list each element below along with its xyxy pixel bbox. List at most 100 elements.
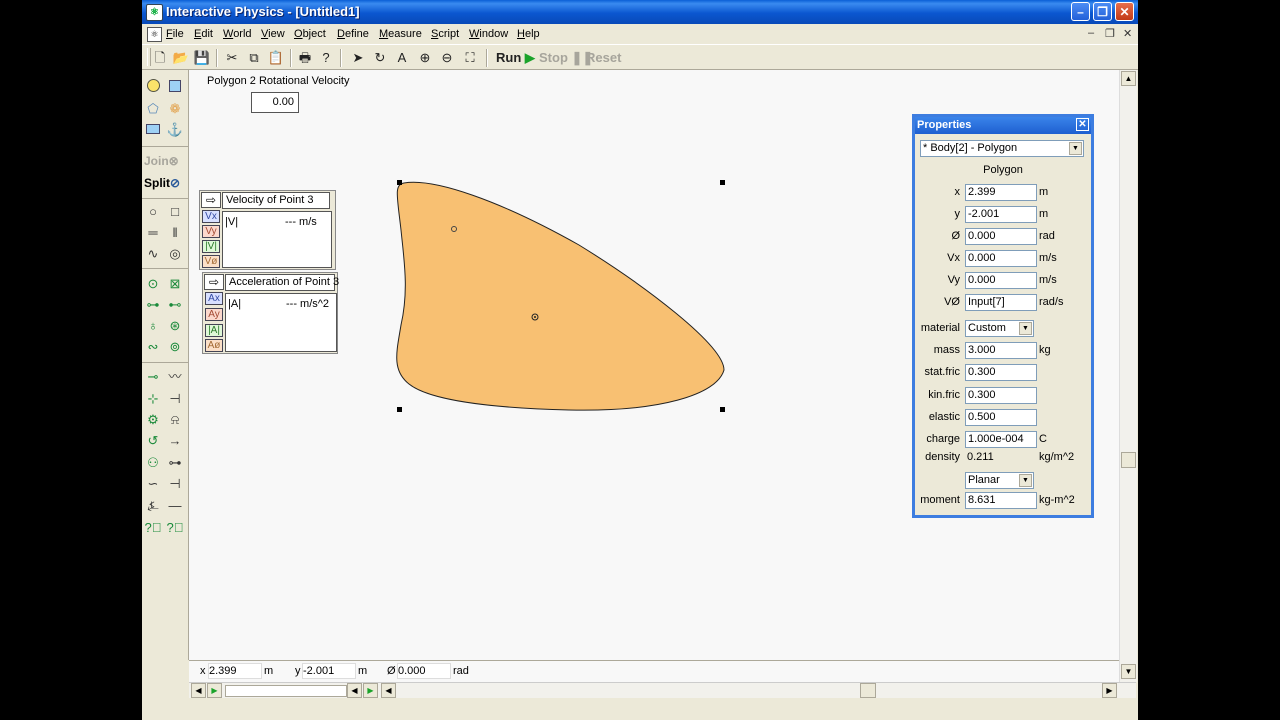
property-field[interactable]: 3.000 bbox=[965, 342, 1037, 359]
polygon-tool-icon[interactable]: ⬠ bbox=[143, 99, 163, 119]
motor-icon[interactable]: ↺ bbox=[143, 431, 163, 451]
print-icon[interactable]: 🖶 bbox=[295, 48, 315, 68]
mdi-minimize-icon[interactable]: – bbox=[1088, 27, 1094, 39]
damper-icon[interactable]: ⊹ bbox=[143, 389, 163, 409]
selection-handle[interactable] bbox=[397, 180, 402, 185]
new-file-icon[interactable]: 🗋 bbox=[150, 48, 170, 68]
properties-close-icon[interactable]: ✕ bbox=[1076, 118, 1089, 131]
curved-body-tool-icon[interactable]: ❁ bbox=[165, 99, 185, 119]
torque-icon[interactable]: ⚇ bbox=[143, 453, 163, 473]
status-angle-field[interactable]: 0.000 bbox=[397, 663, 451, 679]
reset-button[interactable]: Reset bbox=[586, 50, 621, 65]
scroll-left-icon[interactable]: ◀ bbox=[381, 683, 396, 698]
property-field[interactable]: 0.300 bbox=[965, 364, 1037, 382]
property-field[interactable]: Input[7] bbox=[965, 294, 1037, 311]
rope-icon[interactable]: ⊸ bbox=[143, 367, 163, 387]
control-icon[interactable]: ?⃝ bbox=[143, 518, 163, 538]
horizontal-slot-joint-icon[interactable]: ⊶ bbox=[143, 295, 163, 315]
property-field[interactable]: 0.000 bbox=[965, 228, 1037, 245]
gear-icon[interactable]: ⚙ bbox=[143, 410, 163, 430]
selection-handle[interactable] bbox=[397, 407, 402, 412]
menu-edit[interactable]: Edit bbox=[194, 28, 213, 40]
scroll-right-icon[interactable]: ▶ bbox=[1102, 683, 1117, 698]
chevron-down-icon[interactable]: ▼ bbox=[1019, 322, 1032, 335]
rectangle-tool-icon[interactable] bbox=[165, 78, 185, 98]
separator-tool-icon[interactable]: ∽ bbox=[143, 474, 163, 494]
pin-joint-icon[interactable]: ⊙ bbox=[143, 274, 163, 294]
property-field[interactable]: 0.500 bbox=[965, 408, 1037, 426]
pulley-icon[interactable]: ⍾ bbox=[165, 410, 185, 430]
help-icon[interactable]: ? bbox=[316, 48, 336, 68]
object-select[interactable]: * Body[2] - Polygon ▼ bbox=[920, 140, 1084, 157]
property-field[interactable]: 1.000e-004 bbox=[965, 431, 1037, 449]
rotate-icon[interactable]: ↻ bbox=[370, 48, 390, 68]
properties-titlebar[interactable]: Properties ✕ bbox=[915, 117, 1091, 134]
zoom-fit-icon[interactable]: ⛶ bbox=[460, 48, 480, 68]
vertical-scroll-thumb[interactable] bbox=[1121, 452, 1136, 468]
menu-window[interactable]: Window bbox=[469, 28, 508, 40]
join-button[interactable]: Join⊗ bbox=[144, 154, 179, 168]
menu-file[interactable]: File bbox=[166, 28, 184, 40]
chevron-down-icon[interactable]: ▼ bbox=[1069, 142, 1082, 155]
keyed-vertical-joint-icon[interactable]: ⊛ bbox=[165, 316, 185, 336]
anchor-icon[interactable]: ⚓ bbox=[165, 120, 185, 140]
run-button[interactable]: Run ▶ bbox=[496, 50, 535, 66]
vertical-scrollbar[interactable]: ▲ ▼ bbox=[1119, 70, 1137, 682]
save-icon[interactable]: 💾 bbox=[192, 48, 212, 68]
rod-icon[interactable]: ⊣ bbox=[165, 389, 185, 409]
close-button[interactable]: ✕ bbox=[1115, 2, 1134, 21]
copy-icon[interactable]: ⧉ bbox=[244, 48, 264, 68]
doc-icon[interactable]: ⚛ bbox=[147, 27, 162, 42]
actuator-icon[interactable]: ⊶ bbox=[165, 453, 185, 473]
keyed-slot-joint-icon[interactable]: ⊷ bbox=[165, 295, 185, 315]
menu-object[interactable]: Object bbox=[294, 28, 326, 40]
minimize-button[interactable]: – bbox=[1071, 2, 1090, 21]
circle-tool-icon[interactable] bbox=[143, 78, 163, 98]
cut-icon[interactable]: ✂ bbox=[222, 48, 242, 68]
status-y-field[interactable]: -2.001 bbox=[302, 663, 356, 679]
rigid-joint-icon[interactable]: ⊠ bbox=[165, 274, 185, 294]
planar-select[interactable]: Planar ▼ bbox=[965, 472, 1034, 489]
property-field[interactable]: 2.399 bbox=[965, 184, 1037, 201]
horizontal-scroll-thumb[interactable] bbox=[860, 683, 876, 698]
zoom-out-icon[interactable]: ⊖ bbox=[437, 48, 457, 68]
rewind-icon[interactable]: ◀ bbox=[191, 683, 206, 698]
menu-world[interactable]: World bbox=[223, 28, 252, 40]
curved-slot-icon[interactable]: ∿ bbox=[143, 244, 163, 264]
arrow-cursor-icon[interactable]: ➤ bbox=[348, 48, 368, 68]
chevron-down-icon[interactable]: ▼ bbox=[1019, 474, 1032, 487]
tape-slider[interactable] bbox=[225, 685, 347, 697]
property-field[interactable]: -2.001 bbox=[965, 206, 1037, 223]
scroll-up-icon[interactable]: ▲ bbox=[1121, 71, 1136, 86]
curved-slot-joint-icon[interactable]: ∾ bbox=[143, 337, 163, 357]
vertical-slot-joint-icon[interactable]: ♁ bbox=[143, 316, 163, 336]
material-select[interactable]: Custom ▼ bbox=[965, 320, 1034, 337]
selection-handle[interactable] bbox=[720, 180, 725, 185]
open-folder-icon[interactable]: 📂 bbox=[171, 48, 191, 68]
slot-horizontal-icon[interactable]: ═ bbox=[143, 223, 163, 243]
closed-slot-joint-icon[interactable]: ⊚ bbox=[165, 337, 185, 357]
rod-joint-icon[interactable]: ⊣ bbox=[165, 474, 185, 494]
status-x-field[interactable]: 2.399 bbox=[208, 663, 262, 679]
force-icon[interactable]: → bbox=[165, 431, 185, 451]
properties-window[interactable]: Properties ✕ * Body[2] - Polygon ▼ Polyg… bbox=[912, 114, 1094, 518]
step-back-icon[interactable]: ◀ bbox=[347, 683, 362, 698]
title-bar[interactable]: ⚛ Interactive Physics - [Untitled1] – ❐ … bbox=[142, 0, 1138, 24]
mdi-close-icon[interactable]: ✕ bbox=[1123, 27, 1132, 40]
square-tool-icon[interactable] bbox=[143, 120, 163, 140]
menu-measure[interactable]: Measure bbox=[379, 28, 422, 40]
line-tool-icon[interactable]: — bbox=[165, 496, 185, 516]
maximize-button[interactable]: ❐ bbox=[1093, 2, 1112, 21]
scroll-down-icon[interactable]: ▼ bbox=[1121, 664, 1136, 679]
zoom-in-icon[interactable]: ⊕ bbox=[415, 48, 435, 68]
moment-field[interactable]: 8.631 bbox=[965, 492, 1037, 509]
polygon-body[interactable] bbox=[396, 181, 725, 411]
point-tool-icon[interactable]: ○ bbox=[143, 202, 163, 222]
control-alt-icon[interactable]: ?⃝ bbox=[165, 518, 185, 538]
property-field[interactable]: 0.000 bbox=[965, 272, 1037, 289]
selection-handle[interactable] bbox=[720, 407, 725, 412]
play-forward-icon[interactable]: ▶ bbox=[207, 683, 222, 698]
workspace-canvas[interactable]: Polygon 2 Rotational Velocity 0.00 ⇨ Vel… bbox=[189, 70, 1119, 660]
pin-slot-icon[interactable]: ⍼ bbox=[143, 496, 163, 516]
text-tool-icon[interactable]: A bbox=[392, 48, 412, 68]
